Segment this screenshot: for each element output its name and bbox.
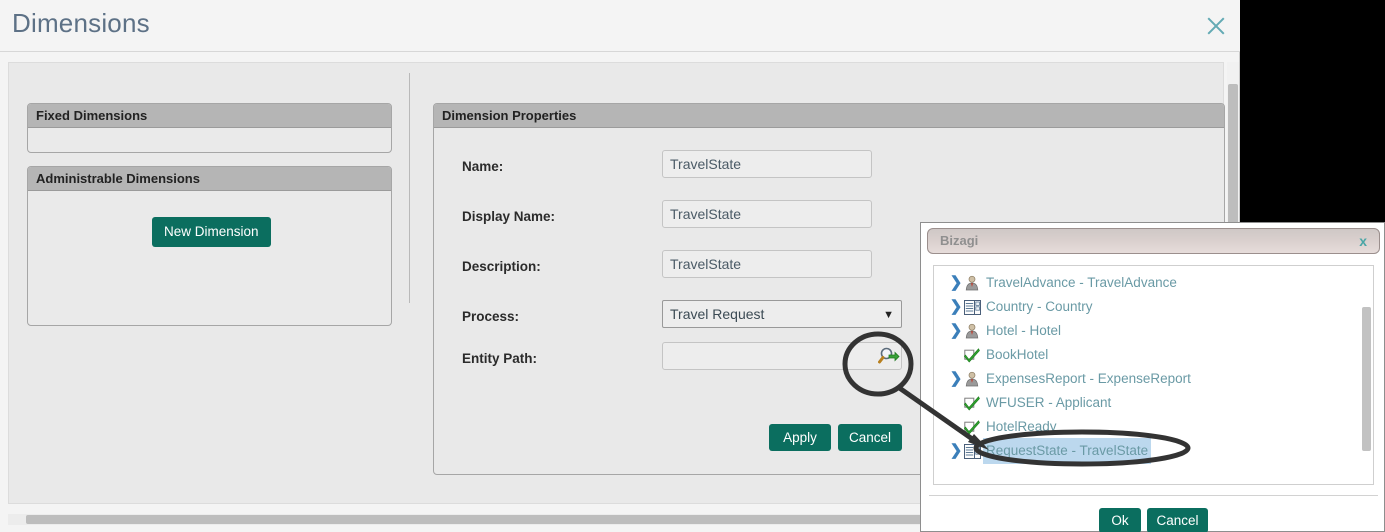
entity-path-input[interactable] <box>662 342 902 370</box>
tree-item[interactable]: ❯ WFUSER - Applicant <box>948 391 1373 415</box>
process-label: Process: <box>462 309 520 324</box>
person-icon <box>964 323 982 339</box>
tree-item[interactable]: ❯ RequestState - TravelState <box>948 438 1373 464</box>
administrable-dimensions-panel: Administrable Dimensions New Dimension <box>27 166 392 326</box>
fixed-dimensions-list[interactable] <box>28 128 391 152</box>
window-titlebar: Dimensions <box>0 0 1240 52</box>
form-row-name: Name: <box>434 150 1224 184</box>
entity-tree-list: ❯ TravelAdvance - TravelAdvance ❯ Country -… <box>934 266 1373 464</box>
check-icon <box>963 419 982 435</box>
tree-item-label: Country - Country <box>986 299 1093 314</box>
tree-item-label: RequestState - TravelState <box>983 438 1152 464</box>
bizagi-dialog-title: Bizagi <box>940 233 979 248</box>
tree-indent-spacer: ❯ <box>948 415 964 439</box>
name-input[interactable] <box>662 150 872 178</box>
person-icon <box>964 371 982 387</box>
new-dimension-button[interactable]: New Dimension <box>152 217 271 247</box>
description-label: Description: <box>462 259 541 274</box>
chevron-right-icon[interactable]: ❯ <box>948 439 964 463</box>
tree-indent-spacer: ❯ <box>948 343 964 367</box>
tree-item[interactable]: ❯ ExpensesReport - ExpenseReport <box>948 367 1373 391</box>
chevron-right-icon[interactable]: ❯ <box>948 319 964 343</box>
chevron-right-icon[interactable]: ❯ <box>948 295 964 319</box>
entity-tree[interactable]: ❯ TravelAdvance - TravelAdvance ❯ Country -… <box>933 265 1374 485</box>
chevron-right-icon[interactable]: ❯ <box>948 271 964 295</box>
tree-item-label: BookHotel <box>986 347 1049 362</box>
apply-button[interactable]: Apply <box>769 424 831 451</box>
person-icon <box>964 275 982 291</box>
chevron-right-icon[interactable]: ❯ <box>948 367 964 391</box>
chevron-down-icon: ▼ <box>883 309 894 321</box>
process-select[interactable]: Travel Request ▼ <box>662 300 902 328</box>
check-icon <box>963 395 982 411</box>
tree-item-label: TravelAdvance - TravelAdvance <box>986 275 1177 290</box>
tree-vertical-scrollbar-thumb[interactable] <box>1362 307 1371 451</box>
dimension-properties-header: Dimension Properties <box>434 104 1224 128</box>
check-icon <box>963 347 982 363</box>
close-icon[interactable] <box>1202 12 1230 40</box>
bizagi-titlebar: Bizagi x <box>927 228 1380 254</box>
tree-item-label: WFUSER - Applicant <box>986 395 1112 410</box>
table-icon <box>964 299 982 315</box>
administrable-dimensions-header: Administrable Dimensions <box>28 167 391 191</box>
page-title: Dimensions <box>12 8 150 38</box>
dialog-footer-divider <box>929 495 1378 496</box>
display-name-input[interactable] <box>662 200 872 228</box>
ok-button[interactable]: Ok <box>1099 508 1141 532</box>
tree-item-label: Hotel - Hotel <box>986 323 1062 338</box>
tree-item[interactable]: ❯ HotelReady <box>948 415 1373 439</box>
tree-item-label: ExpensesReport - ExpenseReport <box>986 371 1191 386</box>
bizagi-close-icon[interactable]: x <box>1359 233 1367 249</box>
tree-item[interactable]: ❯ Country - Country <box>948 295 1373 319</box>
description-input[interactable] <box>662 250 872 278</box>
table-icon <box>964 443 982 459</box>
entity-path-label: Entity Path: <box>462 351 538 366</box>
dialog-cancel-button[interactable]: Cancel <box>1147 508 1208 532</box>
tree-indent-spacer: ❯ <box>948 391 964 415</box>
tree-item-label: HotelReady <box>986 419 1057 434</box>
tree-item[interactable]: ❯ Hotel - Hotel <box>948 319 1373 343</box>
fixed-dimensions-header: Fixed Dimensions <box>28 104 391 128</box>
process-select-value: Travel Request <box>670 306 765 322</box>
name-label: Name: <box>462 159 504 174</box>
fixed-dimensions-panel: Fixed Dimensions <box>27 103 392 153</box>
display-name-label: Display Name: <box>462 209 556 224</box>
magnifier-search-icon[interactable] <box>878 346 900 368</box>
screen-root: Dimensions Fixed Dimensions Administrabl… <box>0 0 1385 532</box>
tree-item[interactable]: ❯ TravelAdvance - TravelAdvance <box>948 271 1373 295</box>
cancel-button[interactable]: Cancel <box>838 424 902 451</box>
bizagi-dialog: Bizagi x ❯ TravelAdvance - TravelAdvance ❯… <box>920 222 1385 532</box>
vertical-divider <box>409 73 410 303</box>
tree-vertical-scrollbar[interactable] <box>1361 267 1372 484</box>
tree-item[interactable]: ❯ BookHotel <box>948 343 1373 367</box>
